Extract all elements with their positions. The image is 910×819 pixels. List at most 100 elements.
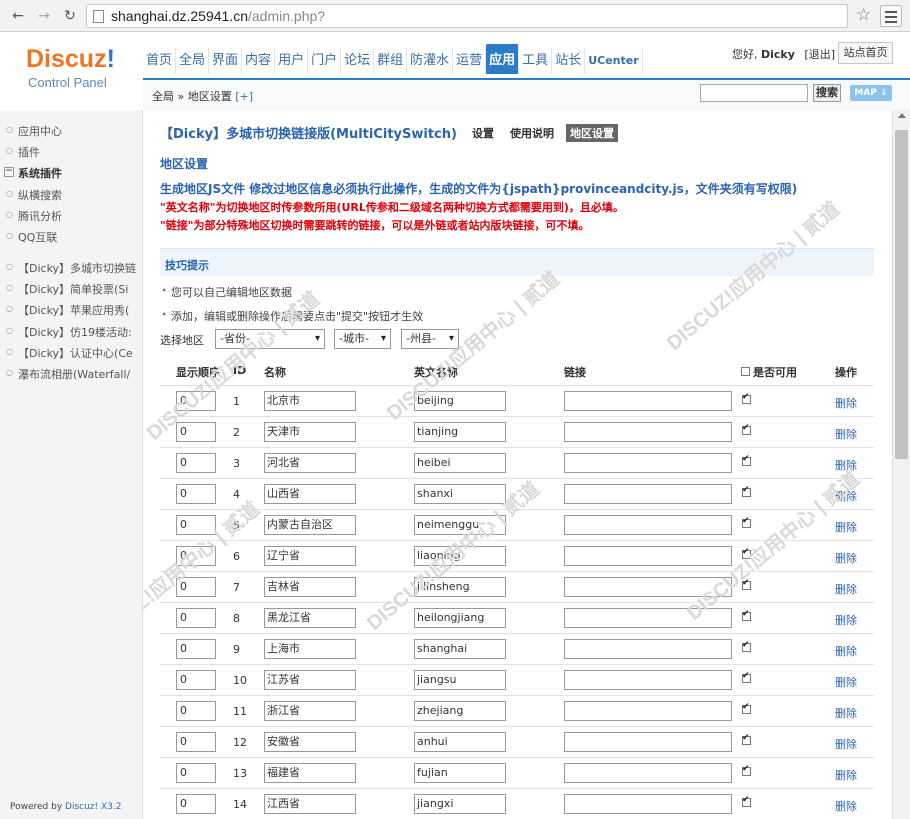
available-checkbox[interactable] (742, 392, 751, 404)
sidebar-item-vote[interactable]: 【Dicky】简单投票(Si (6, 281, 128, 297)
name-input[interactable]: 吉林省 (264, 577, 356, 597)
delete-link[interactable]: 删除 (835, 457, 857, 473)
address-bar[interactable]: shanghai.dz.25941.cn/admin.php? (86, 4, 848, 28)
vertical-scrollbar[interactable] (892, 110, 910, 819)
english-name-input[interactable]: heilongjiang (414, 608, 506, 628)
link-input[interactable] (564, 422, 732, 442)
name-input[interactable]: 内蒙古自治区 (264, 515, 356, 535)
link-input[interactable] (564, 608, 732, 628)
order-input[interactable]: 0 (176, 515, 216, 535)
sidebar-item-search[interactable]: 纵横搜索 (6, 187, 62, 203)
link-input[interactable] (564, 515, 732, 535)
nav-item[interactable]: 界面 (209, 48, 243, 74)
tab-usage[interactable]: 使用说明 (506, 124, 558, 142)
name-input[interactable]: 福建省 (264, 763, 356, 783)
english-name-input[interactable]: jiangsu (414, 670, 506, 690)
english-name-input[interactable]: anhui (414, 732, 506, 752)
link-input[interactable] (564, 639, 732, 659)
english-name-input[interactable]: jilinsheng (414, 577, 506, 597)
name-input[interactable]: 安徽省 (264, 732, 356, 752)
sidebar-item-apple-show[interactable]: 【Dicky】苹果应用秀( (6, 302, 129, 318)
name-input[interactable]: 山西省 (264, 484, 356, 504)
delete-link[interactable]: 删除 (835, 798, 857, 814)
sidebar-item-waterfall[interactable]: 瀑布流相册(Waterfall/ (6, 366, 130, 382)
available-checkbox[interactable] (742, 764, 751, 776)
delete-link[interactable]: 删除 (835, 643, 857, 659)
order-input[interactable]: 0 (176, 453, 216, 473)
link-input[interactable] (564, 732, 732, 752)
select-all-available-checkbox[interactable] (741, 367, 750, 376)
name-input[interactable]: 天津市 (264, 422, 356, 442)
sidebar-item-auth-center[interactable]: 【Dicky】认证中心(Ce (6, 345, 133, 361)
available-checkbox[interactable] (742, 578, 751, 590)
nav-item[interactable]: 论坛 (341, 48, 375, 74)
english-name-input[interactable]: neimenggu (414, 515, 506, 535)
english-name-input[interactable]: fujian (414, 763, 506, 783)
link-input[interactable] (564, 794, 732, 814)
link-input[interactable] (564, 701, 732, 721)
nav-item[interactable]: 站长 (552, 48, 586, 74)
available-checkbox[interactable] (742, 547, 751, 559)
search-input[interactable] (700, 84, 808, 102)
name-input[interactable]: 辽宁省 (264, 546, 356, 566)
english-name-input[interactable]: zhejiang (414, 701, 506, 721)
name-input[interactable]: 北京市 (264, 391, 356, 411)
english-name-input[interactable]: beijing (414, 391, 506, 411)
nav-item[interactable]: 群组 (374, 48, 408, 74)
order-input[interactable]: 0 (176, 670, 216, 690)
delete-link[interactable]: 删除 (835, 519, 857, 535)
sidebar-item-multicity[interactable]: 【Dicky】多城市切换链 (6, 260, 136, 276)
name-input[interactable]: 浙江省 (264, 701, 356, 721)
delete-link[interactable]: 删除 (835, 395, 857, 411)
delete-link[interactable]: 删除 (835, 767, 857, 783)
order-input[interactable]: 0 (176, 608, 216, 628)
nav-item[interactable]: 工具 (519, 48, 553, 74)
sidebar-section-system-plugins[interactable]: 系统插件 (4, 165, 62, 181)
english-name-input[interactable]: heibei (414, 453, 506, 473)
order-input[interactable]: 0 (176, 763, 216, 783)
order-input[interactable]: 0 (176, 732, 216, 752)
delete-link[interactable]: 删除 (835, 612, 857, 628)
available-checkbox[interactable] (742, 702, 751, 714)
available-checkbox[interactable] (742, 485, 751, 497)
delete-link[interactable]: 删除 (835, 581, 857, 597)
delete-link[interactable]: 删除 (835, 674, 857, 690)
link-input[interactable] (564, 577, 732, 597)
breadcrumb-root[interactable]: 全局 (152, 90, 174, 103)
scrollbar-thumb[interactable] (895, 130, 908, 459)
sidebar-item-activity[interactable]: 【Dicky】仿19楼活动: (6, 324, 132, 340)
generate-js-notice[interactable]: 生成地区JS文件 修改过地区信息必须执行此操作，生成的文件为{jspath}pr… (160, 180, 797, 197)
nav-item[interactable]: 全局 (176, 48, 210, 74)
available-checkbox[interactable] (742, 454, 751, 466)
logout-link[interactable]: [退出] (804, 48, 835, 61)
link-input[interactable] (564, 670, 732, 690)
link-input[interactable] (564, 453, 732, 473)
link-input[interactable] (564, 484, 732, 504)
nav-item[interactable]: 门户 (308, 48, 342, 74)
delete-link[interactable]: 删除 (835, 736, 857, 752)
available-checkbox[interactable] (742, 671, 751, 683)
link-input[interactable] (564, 763, 732, 783)
order-input[interactable]: 0 (176, 794, 216, 814)
link-input[interactable] (564, 391, 732, 411)
province-select[interactable]: -省份- (215, 329, 325, 349)
english-name-input[interactable]: tianjing (414, 422, 506, 442)
county-select[interactable]: -州县- (401, 329, 459, 349)
available-checkbox[interactable] (742, 423, 751, 435)
city-select[interactable]: -城市- (334, 329, 391, 349)
sidebar-item-tencent-analytics[interactable]: 腾讯分析 (6, 208, 62, 224)
nav-item[interactable]: 防灌水 (407, 48, 454, 74)
english-name-input[interactable]: liaoning (414, 546, 506, 566)
delete-link[interactable]: 删除 (835, 705, 857, 721)
order-input[interactable]: 0 (176, 391, 216, 411)
reload-icon[interactable]: ↻ (60, 6, 80, 26)
order-input[interactable]: 0 (176, 577, 216, 597)
delete-link[interactable]: 删除 (835, 426, 857, 442)
order-input[interactable]: 0 (176, 422, 216, 442)
nav-item[interactable]: 应用 (486, 44, 520, 74)
english-name-input[interactable]: shanghai (414, 639, 506, 659)
english-name-input[interactable]: shanxi (414, 484, 506, 504)
name-input[interactable]: 江苏省 (264, 670, 356, 690)
delete-link[interactable]: 删除 (835, 488, 857, 504)
available-checkbox[interactable] (742, 795, 751, 807)
